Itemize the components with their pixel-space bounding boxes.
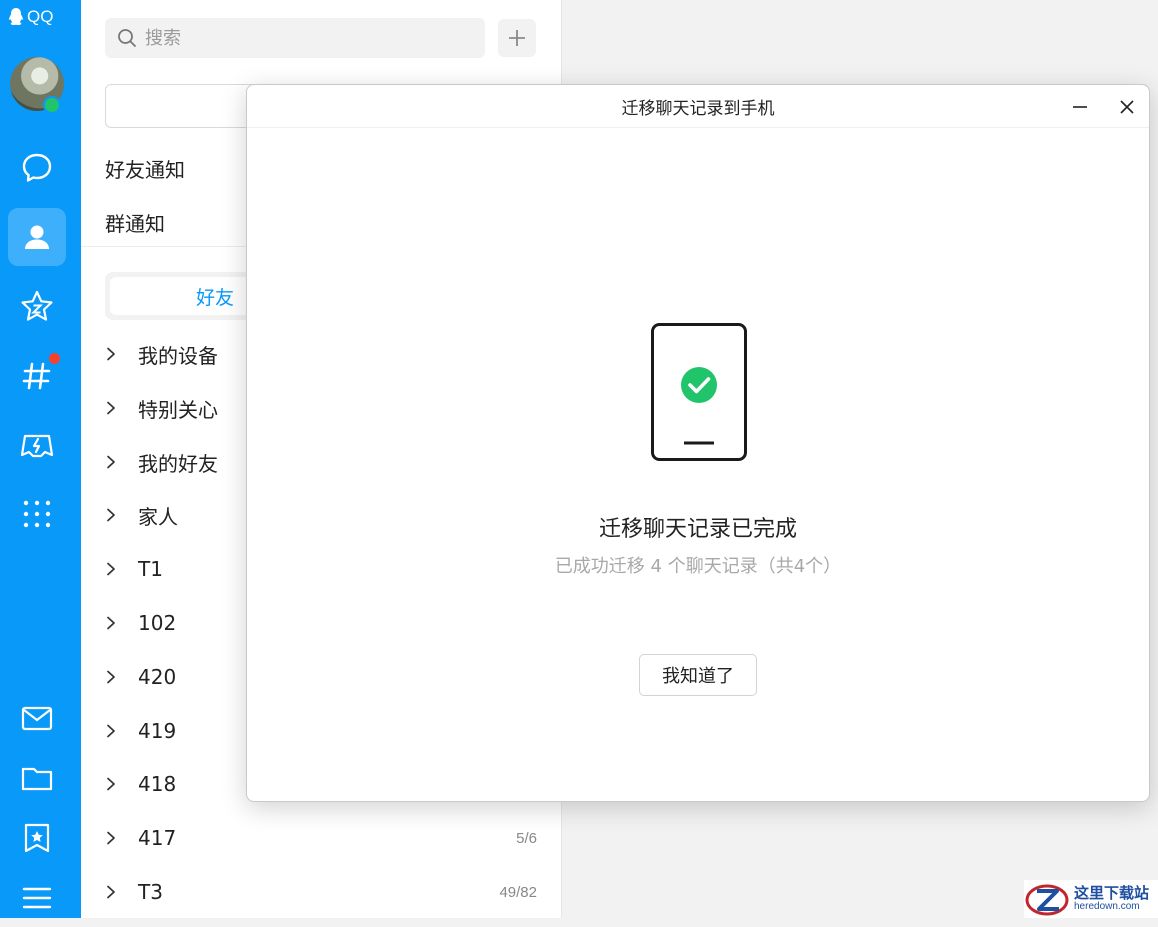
- minimize-button[interactable]: [1067, 94, 1093, 120]
- nav-mail[interactable]: [8, 689, 66, 747]
- chevron-right-icon: [105, 562, 127, 576]
- dialog-heading: 迁移聊天记录已完成: [598, 517, 797, 542]
- nav-messages[interactable]: [8, 139, 66, 197]
- hamburger-menu-icon: [22, 887, 52, 909]
- nav-channels[interactable]: [8, 347, 66, 405]
- nav-apps[interactable]: [8, 485, 66, 543]
- chevron-right-icon: [105, 885, 127, 899]
- mail-icon: [21, 706, 53, 731]
- nav-rail: QQ: [0, 0, 81, 918]
- group-name: 我的设备: [138, 343, 218, 368]
- chevron-right-icon: [105, 401, 127, 415]
- group-name: 417: [138, 826, 177, 850]
- chevron-right-icon: [105, 831, 127, 845]
- group-row[interactable]: T3 49/82: [105, 872, 537, 912]
- plus-icon: [509, 30, 525, 46]
- folder-icon: [21, 767, 53, 791]
- group-name: 102: [138, 611, 177, 635]
- hashtag-icon: [22, 362, 51, 390]
- minimize-icon: [1073, 106, 1087, 108]
- group-name: 家人: [138, 504, 178, 529]
- chevron-right-icon: [105, 777, 127, 791]
- bookmark-star-icon: [24, 823, 50, 853]
- penguin-icon: [9, 8, 23, 25]
- game-icon: [20, 434, 54, 458]
- chevron-right-icon: [105, 508, 127, 522]
- site-logo-url: heredown.com: [1074, 900, 1140, 912]
- group-notification[interactable]: 群通知: [105, 208, 165, 237]
- group-name: 420: [138, 665, 177, 689]
- chevron-right-icon: [105, 616, 127, 630]
- chevron-right-icon: [105, 455, 127, 469]
- site-logo: 这里下载站 heredown.com: [1024, 880, 1158, 918]
- group-name: T1: [138, 557, 163, 581]
- group-name: 419: [138, 719, 177, 743]
- chevron-right-icon: [105, 724, 127, 738]
- brand-name: QQ: [27, 7, 54, 26]
- close-button[interactable]: [1114, 94, 1140, 120]
- group-name: T3: [138, 880, 163, 904]
- nav-games[interactable]: [8, 416, 66, 474]
- nav-menu[interactable]: [8, 869, 66, 927]
- add-button[interactable]: [498, 19, 536, 57]
- dialog-subtext: 已成功迁移 4 个聊天记录（共4个）: [554, 556, 842, 577]
- group-online-count: 49/82: [499, 883, 537, 901]
- chat-bubble-icon: [22, 153, 52, 182]
- group-name: 418: [138, 772, 177, 796]
- search-icon: [118, 29, 136, 47]
- chevron-right-icon: [105, 347, 127, 361]
- dialog-title: 迁移聊天记录到手机: [247, 85, 1149, 128]
- group-name: 我的好友: [138, 451, 218, 476]
- notification-badge: [49, 353, 60, 364]
- online-status-dot: [43, 96, 61, 114]
- star-icon: [21, 290, 53, 321]
- qq-logo: QQ: [8, 6, 53, 28]
- site-logo-name: 这里下载站: [1074, 885, 1150, 902]
- group-name: 特别关心: [138, 397, 218, 422]
- person-icon: [25, 225, 49, 249]
- acknowledge-button[interactable]: 我知道了: [639, 654, 757, 696]
- migrate-dialog: 迁移聊天记录到手机 迁移聊天记录已完成 已成功迁移 4 个聊天记录（共4个） 我…: [246, 84, 1150, 802]
- nav-contacts[interactable]: [8, 208, 66, 266]
- friend-notification[interactable]: 好友通知: [105, 154, 185, 183]
- grid-icon: [23, 500, 51, 528]
- group-row[interactable]: 417 5/6: [105, 818, 537, 858]
- chevron-right-icon: [105, 670, 127, 684]
- nav-favorites[interactable]: [8, 809, 66, 867]
- search-bar[interactable]: [105, 18, 485, 58]
- close-icon: [1120, 100, 1134, 114]
- search-input[interactable]: [143, 26, 447, 50]
- group-online-count: 5/6: [516, 829, 537, 847]
- nav-files[interactable]: [8, 749, 66, 807]
- nav-zone[interactable]: [8, 278, 66, 336]
- phone-success-illustration: [651, 323, 747, 461]
- z-logo-icon: [1025, 884, 1069, 916]
